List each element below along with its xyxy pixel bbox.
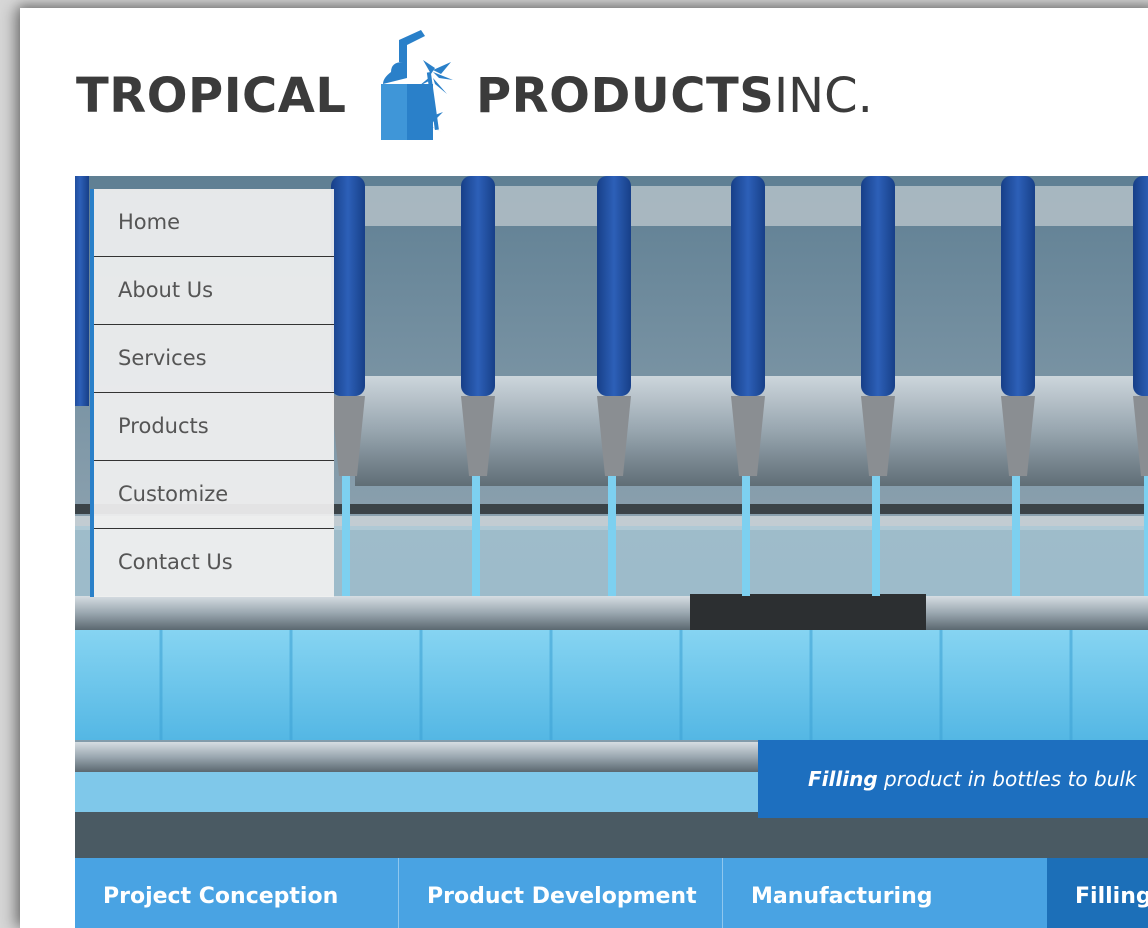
tab-project-conception[interactable]: Project Conception <box>75 858 399 928</box>
nav-item-products[interactable]: Products <box>94 393 334 461</box>
hero-caption-bold: Filling <box>808 767 878 791</box>
hero-banner: Home About Us Services Products Customiz… <box>75 176 1148 859</box>
logo-word-products: PRODUCTS <box>476 68 775 124</box>
hero-caption-text: product in bottles to bulk <box>877 767 1137 791</box>
nav-item-customize[interactable]: Customize <box>94 461 334 529</box>
page: TROPICAL PRODUCTS INC. Home About Us Ser… <box>20 8 1148 928</box>
tab-manufacturing[interactable]: Manufacturing <box>723 858 1047 928</box>
hero-caption: Filling product in bottles to bulk <box>758 740 1148 818</box>
side-navigation: Home About Us Services Products Customiz… <box>90 189 334 597</box>
bottle-palm-logo-icon <box>381 30 453 140</box>
nav-item-home[interactable]: Home <box>94 189 334 257</box>
tab-product-development[interactable]: Product Development <box>399 858 723 928</box>
site-logo[interactable]: TROPICAL PRODUCTS INC. <box>76 22 976 152</box>
nav-item-contact-us[interactable]: Contact Us <box>94 529 334 597</box>
logo-word-inc: INC. <box>774 68 873 124</box>
tab-filling[interactable]: Filling <box>1047 858 1148 928</box>
logo-word-tropical: TROPICAL <box>76 68 347 124</box>
service-tab-bar: Project Conception Product Development M… <box>75 858 1148 928</box>
nav-item-services[interactable]: Services <box>94 325 334 393</box>
nav-item-about-us[interactable]: About Us <box>94 257 334 325</box>
